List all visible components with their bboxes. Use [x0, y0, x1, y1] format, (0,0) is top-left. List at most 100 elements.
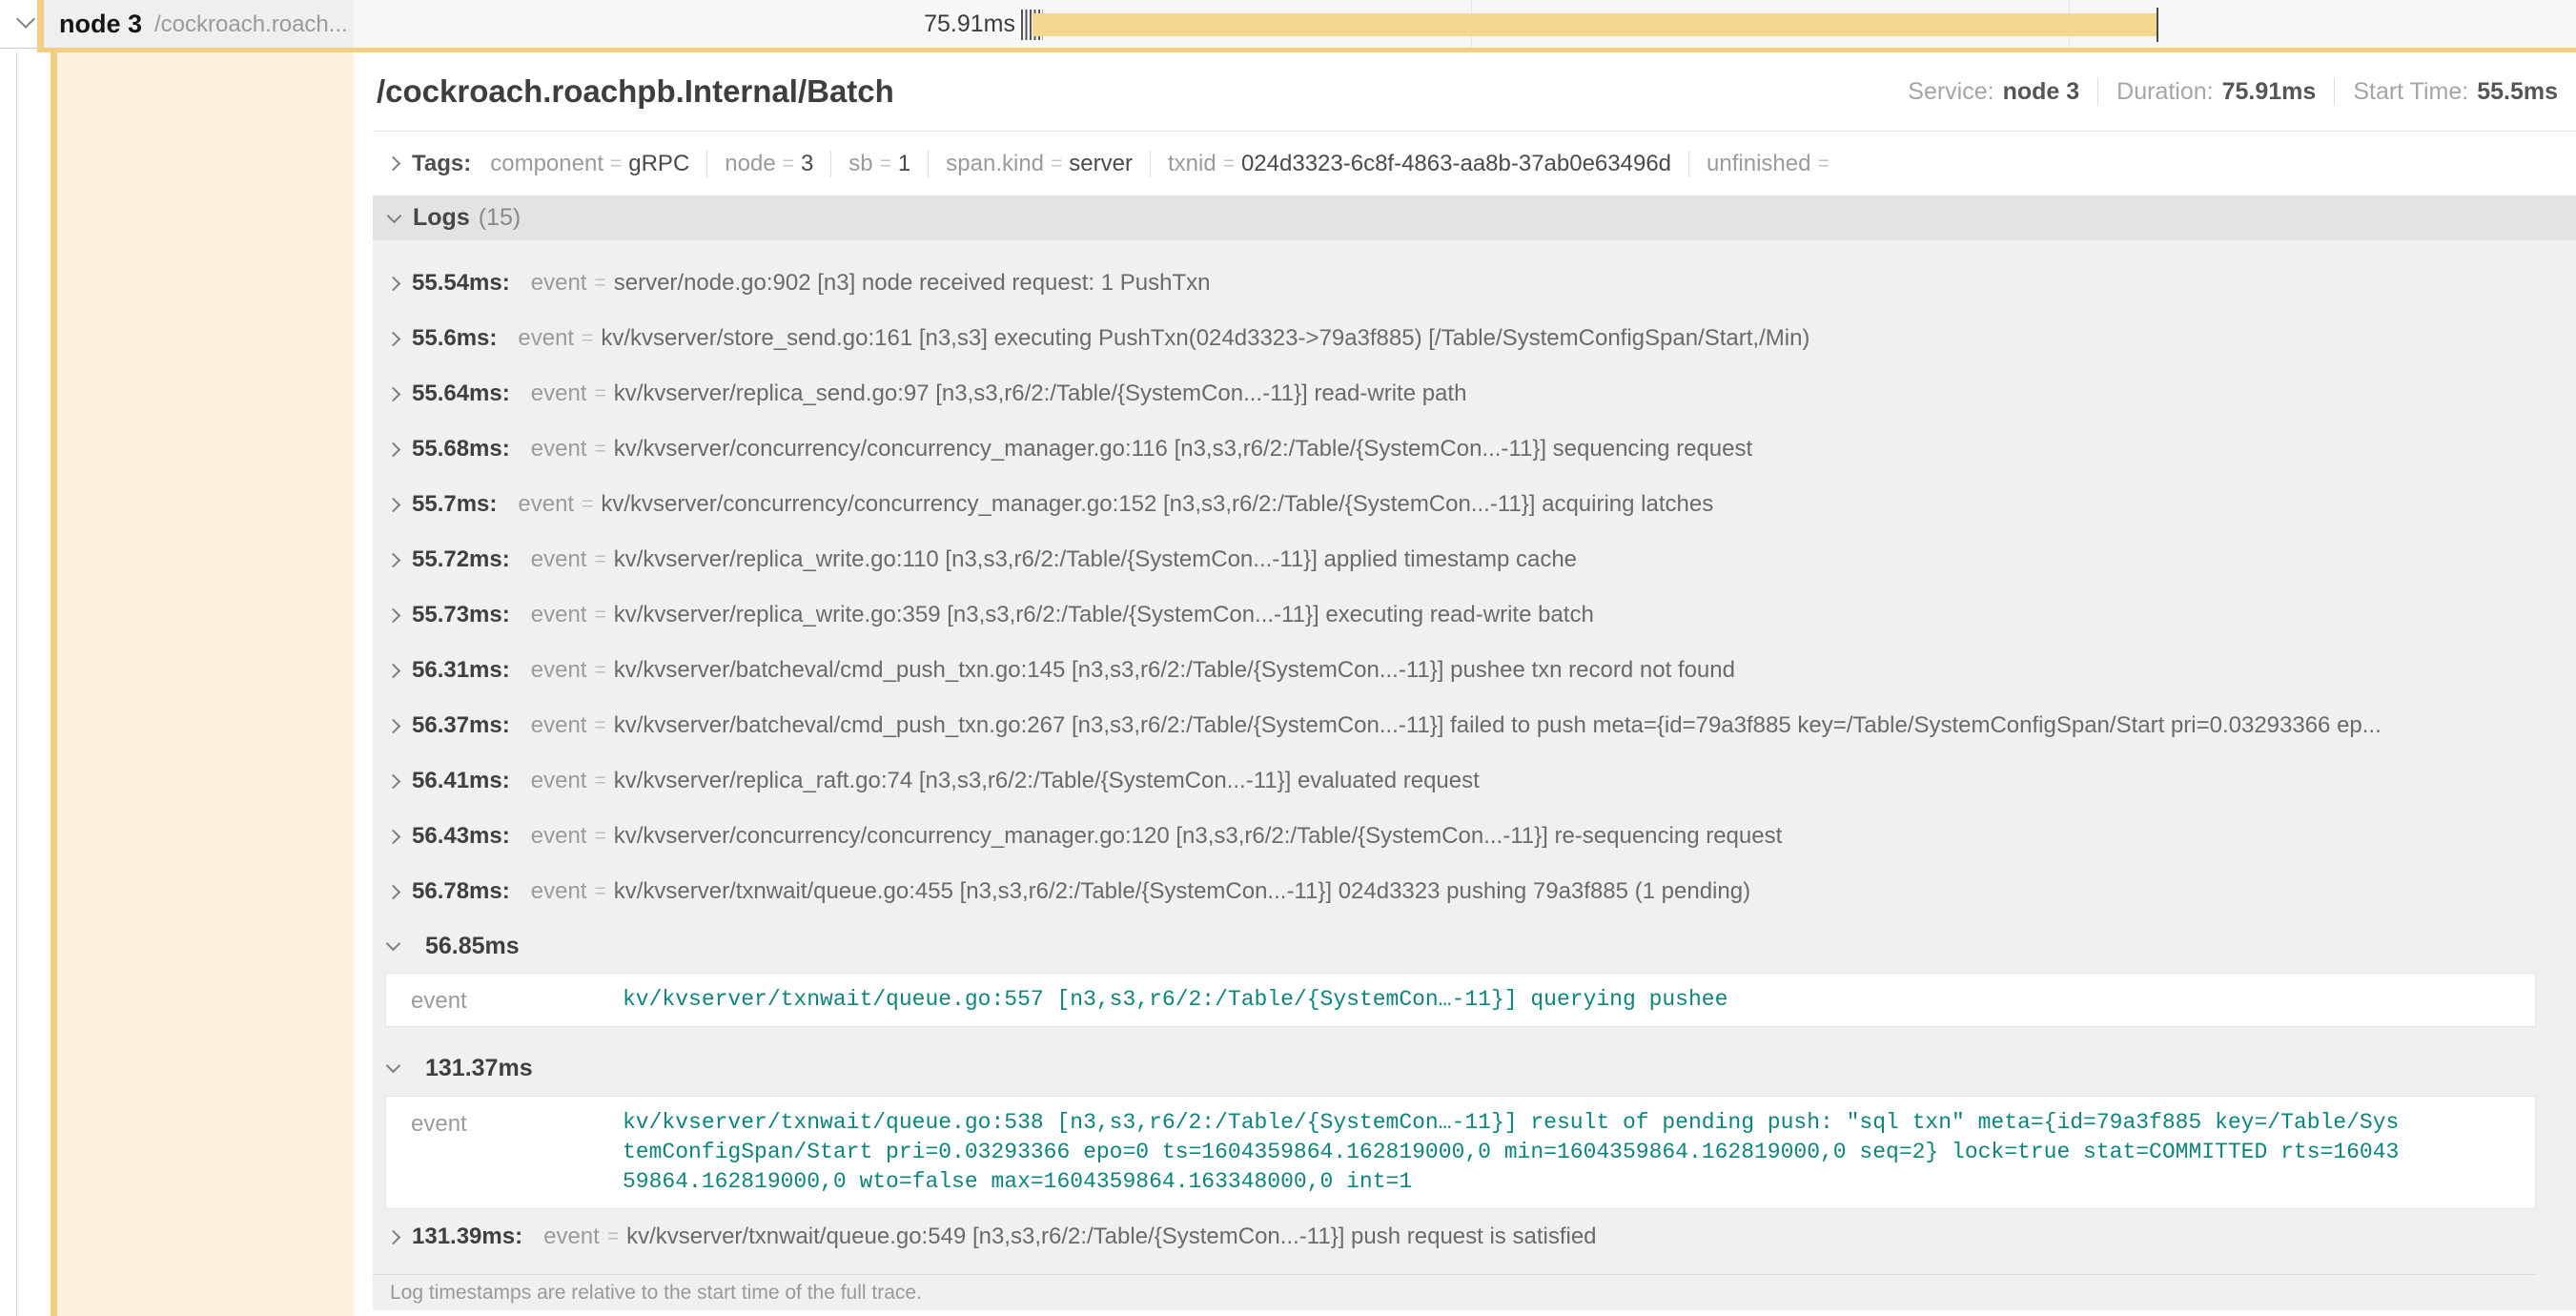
trace-timeline-header: node 3 /cockroach.roach... 75.91ms [0, 0, 2576, 52]
equals-sign: = [1051, 153, 1062, 175]
collapse-trace-chevron-icon[interactable] [16, 10, 35, 29]
log-field-key: event [531, 270, 587, 297]
log-row[interactable]: 56.78ms: event = kv/kvserver/txnwait/queue.… [373, 864, 2536, 919]
chevron-right-icon [386, 663, 401, 678]
tag-key: span.kind [946, 151, 1044, 177]
log-row[interactable]: 55.6ms:event=kv/kvserver/store_send.go:1… [373, 311, 2536, 366]
log-row[interactable]: 56.41ms:event=kv/kvserver/replica_raft.g… [373, 753, 2536, 809]
log-row[interactable]: 55.7ms:event=kv/kvserver/concurrency/con… [373, 477, 2536, 532]
log-field-key: event [531, 768, 587, 794]
chevron-right-icon [386, 156, 401, 172]
log-row[interactable]: 56.37ms:event=kv/kvserver/batcheval/cmd_… [373, 698, 2536, 753]
log-field-value: kv/kvserver/replica_write.go:359 [n3,s3,… [614, 602, 2536, 628]
log-field-key: event [531, 823, 587, 850]
log-value-line: kv/kvserver/txnwait/queue.go:557 [n3,s3,… [623, 985, 1728, 1015]
log-row[interactable]: 56.43ms:event=kv/kvserver/concurrency/co… [373, 809, 2536, 864]
tag-value: 1 [898, 151, 910, 177]
log-field-value: kv/kvserver/replica_write.go:110 [n3,s3,… [614, 546, 2536, 573]
log-row[interactable]: 56.31ms:event=kv/kvserver/batcheval/cmd_… [373, 643, 2536, 698]
meta-value: 75.91ms [2222, 78, 2317, 106]
span-operation-name: /cockroach.roach... [154, 11, 348, 38]
log-timestamp: 56.43ms: [412, 823, 510, 850]
span-service-name: node 3 [59, 10, 142, 39]
log-timestamp: 56.41ms: [412, 768, 510, 794]
log-field-value: kv/kvserver/replica_raft.go:74 [n3,s3,r6… [614, 768, 2536, 794]
selected-span-accent-stripe [51, 52, 57, 1316]
log-row[interactable]: 55.73ms:event=kv/kvserver/replica_write.… [373, 587, 2536, 643]
tag-divider [706, 151, 707, 177]
equals-sign: = [594, 382, 605, 405]
chevron-down-icon [386, 1059, 401, 1074]
chevron-right-icon [386, 331, 401, 346]
log-row[interactable]: 55.72ms:event=kv/kvserver/replica_write.… [373, 532, 2536, 587]
log-field-value: kv/kvserver/txnwait/queue.go:549 [n3,s3,… [626, 1223, 2536, 1250]
logs-title: Logs [413, 204, 470, 232]
span-color-accent [37, 0, 44, 49]
tag-value: 024d3323-6c8f-4863-aa8b-37ab0e63496d [1241, 151, 1671, 177]
tag-value: 3 [801, 151, 813, 177]
log-field-value: kv/kvserver/txnwait/queue.go:455 [n3,s3,… [614, 878, 2536, 905]
span-row-name[interactable]: node 3 /cockroach.roach... [37, 0, 354, 49]
chevron-right-icon [386, 607, 401, 623]
log-timestamp: 131.37ms [425, 1055, 533, 1082]
tags-title: Tags: [412, 151, 471, 177]
log-field-value: kv/kvserver/txnwait/queue.go:557 [n3,s3,… [623, 985, 1728, 1015]
log-timestamp: 55.6ms: [412, 325, 497, 352]
tag-key: sb [848, 151, 872, 177]
span-meta: Service:node 3Duration:75.91msStart Time… [1908, 77, 2558, 106]
log-row[interactable]: 55.54ms:event=server/node.go:902 [n3] no… [373, 256, 2536, 311]
equals-sign: = [594, 659, 605, 682]
equals-sign: = [594, 880, 605, 903]
tag-key: component [490, 151, 603, 177]
log-timestamp: 55.7ms: [412, 491, 497, 518]
chevron-right-icon [386, 386, 401, 401]
log-kv-table: eventkv/kvserver/txnwait/queue.go:538 [n… [385, 1096, 2536, 1209]
expanded-log-header[interactable]: 56.85ms [373, 919, 2536, 973]
log-row[interactable]: 55.68ms:event=kv/kvserver/concurrency/co… [373, 422, 2536, 477]
log-timestamp: 55.54ms: [412, 270, 510, 297]
log-field-value: kv/kvserver/batcheval/cmd_push_txn.go:14… [614, 657, 2536, 684]
meta-value: 55.5ms [2477, 78, 2558, 106]
chevron-down-icon [387, 208, 402, 223]
equals-sign: = [1817, 153, 1829, 175]
equals-sign: = [594, 438, 605, 461]
meta-label: Duration: [2116, 78, 2213, 106]
tags-accordion-toggle[interactable]: Tags: component=gRPCnode=3sb=1span.kind=… [373, 132, 2576, 195]
equals-sign: = [610, 153, 622, 175]
span-duration-label: 75.91ms [839, 0, 1015, 49]
span-detail-panel: /cockroach.roachpb.Internal/Batch Servic… [373, 52, 2576, 1316]
expanded-log-header[interactable]: 131.37ms [373, 1040, 2536, 1096]
tag-key: node [725, 151, 775, 177]
log-field-key: event [386, 1108, 623, 1197]
log-row[interactable]: 131.39ms:event=kv/kvserver/txnwait/queue… [373, 1209, 2536, 1265]
equals-sign: = [594, 548, 605, 571]
log-field-value: server/node.go:902 [n3] node received re… [614, 270, 2536, 297]
tag-key: unfinished [1707, 151, 1810, 177]
log-field-key: event [543, 1223, 600, 1250]
log-value-line: kv/kvserver/txnwait/queue.go:538 [n3,s3,… [623, 1108, 2399, 1138]
equals-sign: = [594, 714, 605, 737]
log-field-key: event [531, 878, 587, 905]
log-field-value: kv/kvserver/store_send.go:161 [n3,s3] ex… [601, 325, 2536, 352]
span-bar[interactable] [1032, 13, 2158, 36]
log-row[interactable]: 55.64ms:event=kv/kvserver/replica_send.g… [373, 366, 2536, 422]
log-timestamp: 56.85ms [425, 933, 520, 960]
equals-sign: = [783, 153, 794, 175]
tag-value: server [1069, 151, 1133, 177]
log-timestamp: 56.37ms: [412, 712, 510, 739]
chevron-right-icon [386, 773, 401, 789]
chevron-right-icon [386, 552, 401, 567]
log-field-value: kv/kvserver/txnwait/queue.go:538 [n3,s3,… [623, 1108, 2399, 1197]
log-timestamp: 56.78ms: [412, 878, 510, 905]
meta-value: node 3 [2003, 78, 2080, 106]
logs-accordion-toggle[interactable]: Logs (15) [373, 195, 2576, 240]
log-field-key: event [531, 602, 587, 628]
span-end-tick [2157, 8, 2158, 42]
equals-sign: = [594, 604, 605, 627]
equals-sign: = [582, 493, 593, 516]
tag-divider [1150, 151, 1151, 177]
log-timestamp: 55.68ms: [412, 436, 510, 463]
log-field-key: event [518, 491, 574, 518]
chevron-down-icon [386, 936, 401, 952]
log-timestamp: 56.31ms: [412, 657, 510, 684]
